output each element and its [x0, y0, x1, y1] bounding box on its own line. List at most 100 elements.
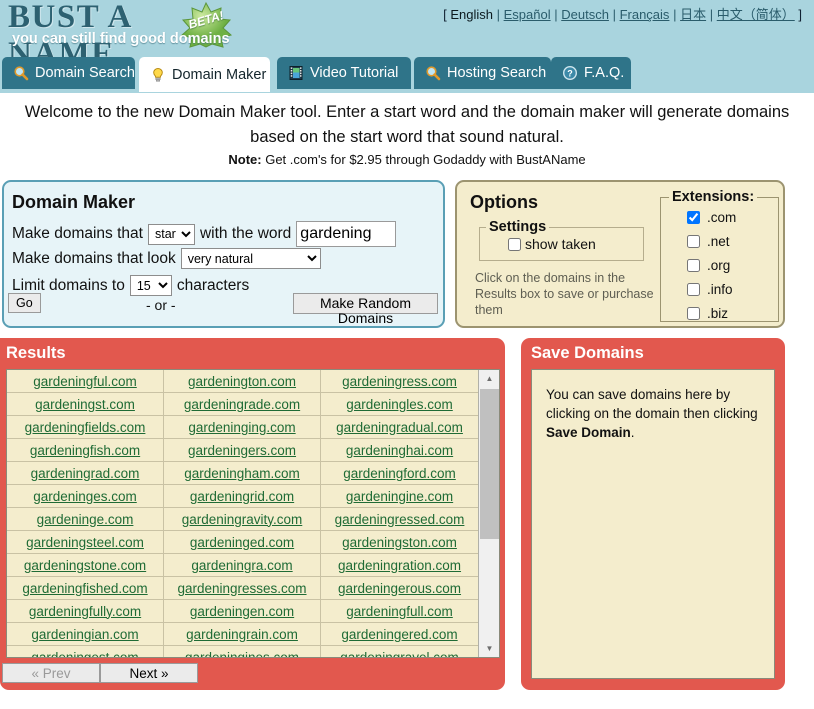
- tab-domain-search[interactable]: Domain Search: [2, 57, 135, 89]
- logo-tagline: you can still find good domains: [12, 31, 230, 47]
- results-cell: gardeningfields.com: [7, 416, 164, 438]
- results-cell: gardeninges.com: [7, 485, 164, 507]
- results-cell: gardeningest.com: [7, 646, 164, 658]
- domain-link[interactable]: gardeningravel.com: [340, 650, 459, 659]
- results-cell: gardeningrad.com: [7, 462, 164, 484]
- domain-link[interactable]: gardeningrade.com: [184, 397, 300, 412]
- domain-link[interactable]: gardeningst.com: [35, 397, 135, 412]
- domain-link[interactable]: gardenington.com: [188, 374, 296, 389]
- show-taken-checkbox[interactable]: [508, 238, 521, 251]
- domain-link[interactable]: gardeningfields.com: [25, 420, 146, 435]
- scrollbar-thumb[interactable]: [480, 389, 499, 539]
- domain-link[interactable]: gardeningful.com: [33, 374, 137, 389]
- extension-checkbox-info[interactable]: [687, 283, 700, 296]
- domain-link[interactable]: gardeningines.com: [185, 650, 299, 659]
- domain-link[interactable]: gardeningresses.com: [177, 581, 306, 596]
- make-random-domains-button[interactable]: Make Random Domains: [293, 293, 438, 314]
- domain-link[interactable]: gardeningstone.com: [24, 558, 146, 573]
- settings-group: Settings show taken: [479, 219, 644, 261]
- domain-link[interactable]: gardeningress.com: [342, 374, 457, 389]
- start-word-input[interactable]: [296, 221, 396, 247]
- extension-row-net[interactable]: .net: [661, 229, 778, 253]
- domain-link[interactable]: gardeningra.com: [191, 558, 292, 573]
- prev-page-button[interactable]: « Prev: [2, 663, 100, 683]
- extension-checkbox-org[interactable]: [687, 259, 700, 272]
- results-row: gardeningsteel.com gardeninged.com gardeni…: [7, 531, 478, 554]
- results-cell: gardeningresses.com: [164, 577, 321, 599]
- tab-domain-maker[interactable]: Domain Maker: [139, 57, 270, 92]
- tab-label: Video Tutorial: [310, 65, 398, 81]
- promo-note: Note: Get .com's for $2.95 through Godad…: [0, 152, 814, 167]
- domain-link[interactable]: gardeningers.com: [188, 443, 296, 458]
- domain-link[interactable]: gardeningen.com: [190, 604, 294, 619]
- lang-link-japanese[interactable]: 日本: [680, 7, 706, 22]
- results-cell: gardeningravel.com: [321, 646, 478, 658]
- extension-row-com[interactable]: .com: [661, 205, 778, 229]
- position-select[interactable]: start: [148, 224, 195, 245]
- show-taken-label: show taken: [525, 236, 596, 252]
- domain-link[interactable]: gardeningradual.com: [336, 420, 463, 435]
- extension-row-org[interactable]: .org: [661, 253, 778, 277]
- page-root: BUST A NAME BETA! you can still find goo…: [0, 0, 814, 709]
- domain-link[interactable]: gardeningest.com: [31, 650, 138, 659]
- scroll-up-icon[interactable]: ▲: [479, 370, 500, 387]
- domain-link[interactable]: gardeningford.com: [343, 466, 456, 481]
- domain-link[interactable]: gardeningfish.com: [30, 443, 140, 458]
- domain-link[interactable]: gardeningrad.com: [31, 466, 140, 481]
- tab-label: Hosting Search: [447, 65, 546, 81]
- extension-row-info[interactable]: .info: [661, 277, 778, 301]
- naturalness-select[interactable]: very natural: [181, 248, 321, 269]
- lang-link-english[interactable]: English: [450, 7, 493, 22]
- results-cell: gardeningian.com: [7, 623, 164, 645]
- domain-link[interactable]: gardeningrid.com: [190, 489, 294, 504]
- domain-link[interactable]: gardeningfished.com: [22, 581, 147, 596]
- options-hint: Click on the domains in the Results box …: [475, 270, 655, 318]
- scroll-down-icon[interactable]: ▼: [479, 640, 500, 657]
- limit-select[interactable]: 15: [130, 275, 172, 296]
- domain-link[interactable]: gardeninging.com: [188, 420, 295, 435]
- lang-link-chinese[interactable]: 中文（简体）: [717, 7, 795, 22]
- domain-link[interactable]: gardeningravity.com: [182, 512, 303, 527]
- domain-link[interactable]: gardeningered.com: [341, 627, 457, 642]
- results-cell: gardeningers.com: [164, 439, 321, 461]
- show-taken-row[interactable]: show taken: [480, 236, 643, 252]
- tab-video-tutorial[interactable]: Video Tutorial: [277, 57, 411, 89]
- domain-link[interactable]: gardeninge.com: [37, 512, 134, 527]
- lang-link-francais[interactable]: Français: [620, 7, 670, 22]
- tab-hosting-search[interactable]: Hosting Search: [414, 57, 551, 89]
- go-button[interactable]: Go: [8, 293, 41, 313]
- lang-link-deutsch[interactable]: Deutsch: [561, 7, 609, 22]
- film-icon: [288, 65, 304, 81]
- domain-link[interactable]: gardeningfully.com: [29, 604, 141, 619]
- domain-link[interactable]: gardeningian.com: [31, 627, 138, 642]
- domain-link[interactable]: gardeningrain.com: [186, 627, 298, 642]
- extension-row-biz[interactable]: .biz: [661, 301, 778, 325]
- extension-checkbox-com[interactable]: [687, 211, 700, 224]
- domain-link[interactable]: gardeninges.com: [33, 489, 137, 504]
- domain-link[interactable]: gardeningston.com: [342, 535, 457, 550]
- domain-link[interactable]: gardeningressed.com: [335, 512, 465, 527]
- lang-link-espanol[interactable]: Español: [504, 7, 551, 22]
- domain-link[interactable]: gardeningfull.com: [346, 604, 453, 619]
- tab-faq[interactable]: ? F.A.Q.: [551, 57, 631, 89]
- domain-link[interactable]: gardeningerous.com: [338, 581, 461, 596]
- domain-link[interactable]: gardeningine.com: [346, 489, 453, 504]
- results-cell: gardeninging.com: [164, 416, 321, 438]
- save-domains-instructions: You can save domains here by clicking on…: [532, 370, 774, 457]
- domain-link[interactable]: gardeningration.com: [338, 558, 461, 573]
- domain-link[interactable]: gardeninged.com: [190, 535, 294, 550]
- site-logo[interactable]: BUST A NAME BETA! you can still find goo…: [4, 0, 244, 52]
- next-page-button[interactable]: Next »: [100, 663, 198, 683]
- results-scrollbar[interactable]: ▲ ▼: [478, 370, 499, 657]
- tab-label: Domain Search: [35, 65, 135, 81]
- extension-checkbox-biz[interactable]: [687, 307, 700, 320]
- domain-link[interactable]: gardeningsteel.com: [26, 535, 144, 550]
- look-row-prefix: Make domains that look: [12, 250, 176, 268]
- domain-link[interactable]: gardeningles.com: [346, 397, 453, 412]
- extension-checkbox-net[interactable]: [687, 235, 700, 248]
- question-circle-icon: ?: [562, 65, 578, 81]
- results-row: gardeningrad.com gardeningham.com gardenin…: [7, 462, 478, 485]
- extension-label: .org: [707, 258, 730, 273]
- domain-link[interactable]: gardeninghai.com: [346, 443, 453, 458]
- domain-link[interactable]: gardeningham.com: [184, 466, 300, 481]
